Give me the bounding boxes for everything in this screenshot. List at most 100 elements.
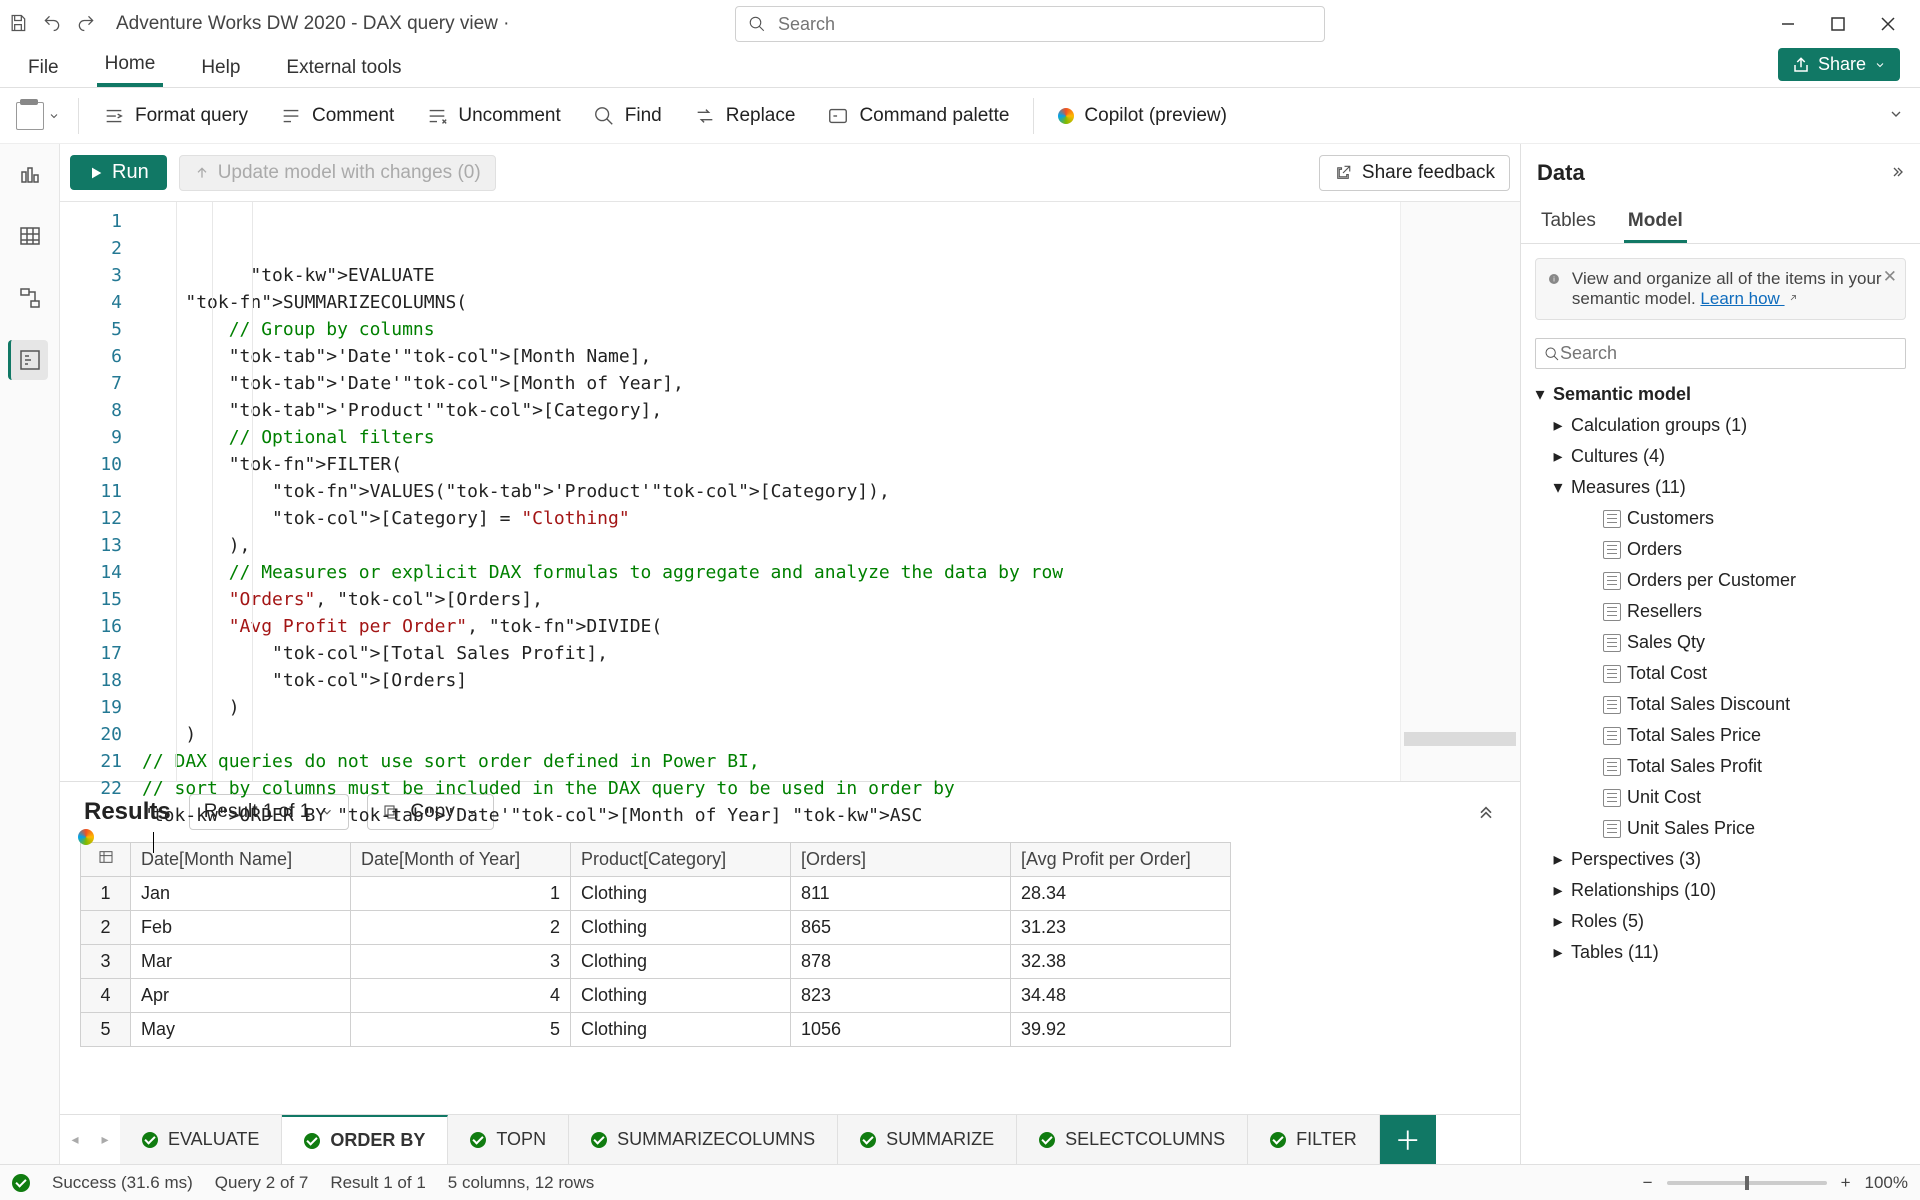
collapse-pane-icon[interactable] xyxy=(1888,160,1904,186)
cell[interactable]: 4 xyxy=(351,979,571,1013)
data-search-input[interactable] xyxy=(1560,343,1897,364)
query-tab[interactable]: TOPN xyxy=(448,1115,569,1164)
tree-group[interactable]: ▾Measures (11) xyxy=(1529,472,1912,503)
tab-external-tools[interactable]: External tools xyxy=(278,57,409,87)
query-tab[interactable]: EVALUATE xyxy=(120,1115,282,1164)
cell[interactable]: Feb xyxy=(131,911,351,945)
results-grid[interactable]: Date[Month Name]Date[Month of Year]Produ… xyxy=(80,842,1231,1047)
tree-group[interactable]: ▸Calculation groups (1) xyxy=(1529,410,1912,441)
uncomment-button[interactable]: Uncomment xyxy=(412,99,574,133)
tab-file[interactable]: File xyxy=(20,57,67,87)
cell[interactable]: 2 xyxy=(351,911,571,945)
maximize-icon[interactable] xyxy=(1826,12,1850,36)
tree-group[interactable]: ▸Perspectives (3) xyxy=(1529,844,1912,875)
minimap[interactable] xyxy=(1400,202,1520,781)
close-icon[interactable] xyxy=(1876,12,1900,36)
cell[interactable]: Clothing xyxy=(571,877,791,911)
cell[interactable]: 865 xyxy=(791,911,1011,945)
tree-measure[interactable]: Orders per Customer xyxy=(1529,565,1912,596)
cell[interactable]: 32.38 xyxy=(1011,945,1231,979)
cell[interactable]: Jan xyxy=(131,877,351,911)
cell[interactable]: 1056 xyxy=(791,1013,1011,1047)
command-palette-button[interactable]: Command palette xyxy=(813,99,1023,133)
cell[interactable]: 28.34 xyxy=(1011,877,1231,911)
dismiss-info-icon[interactable]: ✕ xyxy=(1883,267,1897,287)
query-tab[interactable]: SELECTCOLUMNS xyxy=(1017,1115,1248,1164)
tree-measure[interactable]: Total Sales Price xyxy=(1529,720,1912,751)
share-feedback-button[interactable]: Share feedback xyxy=(1319,155,1510,191)
format-query-button[interactable]: Format query xyxy=(89,99,262,133)
data-tab-model[interactable]: Model xyxy=(1624,202,1687,243)
cell[interactable]: Mar xyxy=(131,945,351,979)
tree-measure[interactable]: Sales Qty xyxy=(1529,627,1912,658)
dax-editor[interactable]: 12345678910111213141516171819202122 "tok… xyxy=(60,202,1520,782)
share-button[interactable]: Share xyxy=(1778,48,1900,81)
report-view-icon[interactable] xyxy=(10,154,50,194)
column-header[interactable]: Product[Category] xyxy=(571,843,791,877)
cell[interactable]: 39.92 xyxy=(1011,1013,1231,1047)
global-search[interactable] xyxy=(735,6,1325,42)
save-icon[interactable] xyxy=(8,13,28,36)
run-button[interactable]: Run xyxy=(70,155,167,190)
tree-measure[interactable]: Total Cost xyxy=(1529,658,1912,689)
data-search[interactable] xyxy=(1535,338,1906,369)
global-search-input[interactable] xyxy=(778,14,1312,35)
cell[interactable]: 31.23 xyxy=(1011,911,1231,945)
add-query-button[interactable]: ＋ xyxy=(1380,1115,1436,1164)
undo-icon[interactable] xyxy=(42,13,62,36)
cell[interactable]: Clothing xyxy=(571,979,791,1013)
cell[interactable]: 5 xyxy=(351,1013,571,1047)
dax-view-icon[interactable] xyxy=(8,340,48,380)
comment-button[interactable]: Comment xyxy=(266,99,408,133)
column-header[interactable]: Date[Month of Year] xyxy=(351,843,571,877)
column-header[interactable]: [Orders] xyxy=(791,843,1011,877)
table-view-icon[interactable] xyxy=(10,216,50,256)
query-tab[interactable]: ORDER BY xyxy=(282,1115,448,1164)
cell[interactable]: 3 xyxy=(351,945,571,979)
tree-measure[interactable]: Orders xyxy=(1529,534,1912,565)
tree-measure[interactable]: Resellers xyxy=(1529,596,1912,627)
tabs-prev-icon[interactable]: ◂ xyxy=(60,1115,90,1164)
query-tab[interactable]: SUMMARIZE xyxy=(838,1115,1017,1164)
data-tab-tables[interactable]: Tables xyxy=(1537,202,1600,243)
tree-group[interactable]: ▸Relationships (10) xyxy=(1529,875,1912,906)
code-area[interactable]: "tok-kw">EVALUATE "tok-fn">SUMMARIZECOLU… xyxy=(132,202,1400,781)
query-tab[interactable]: FILTER xyxy=(1248,1115,1380,1164)
tree-measure[interactable]: Total Sales Discount xyxy=(1529,689,1912,720)
zoom-out-icon[interactable]: − xyxy=(1643,1173,1653,1193)
cell[interactable]: 34.48 xyxy=(1011,979,1231,1013)
query-tab[interactable]: SUMMARIZECOLUMNS xyxy=(569,1115,838,1164)
tree-measure[interactable]: Customers xyxy=(1529,503,1912,534)
ribbon-expand-icon[interactable] xyxy=(1888,106,1904,125)
cell[interactable]: Apr xyxy=(131,979,351,1013)
model-view-icon[interactable] xyxy=(10,278,50,318)
find-button[interactable]: Find xyxy=(579,99,676,133)
tab-help[interactable]: Help xyxy=(193,57,248,87)
collapse-results-icon[interactable] xyxy=(1476,801,1496,824)
cell[interactable]: 878 xyxy=(791,945,1011,979)
tab-home[interactable]: Home xyxy=(97,53,164,87)
replace-button[interactable]: Replace xyxy=(680,99,810,133)
tree-group[interactable]: ▸Roles (5) xyxy=(1529,906,1912,937)
tree-group[interactable]: ▸Cultures (4) xyxy=(1529,441,1912,472)
query-tabs[interactable]: ◂ ▸ EVALUATEORDER BYTOPNSUMMARIZECOLUMNS… xyxy=(60,1114,1520,1164)
cell[interactable]: 1 xyxy=(351,877,571,911)
column-header[interactable]: [Avg Profit per Order] xyxy=(1011,843,1231,877)
tree-measure[interactable]: Unit Cost xyxy=(1529,782,1912,813)
tree-measure[interactable]: Unit Sales Price xyxy=(1529,813,1912,844)
cell[interactable]: Clothing xyxy=(571,911,791,945)
cell[interactable]: Clothing xyxy=(571,945,791,979)
tabs-next-icon[interactable]: ▸ xyxy=(90,1115,120,1164)
cell[interactable]: May xyxy=(131,1013,351,1047)
copilot-button[interactable]: Copilot (preview) xyxy=(1044,99,1241,133)
model-tree[interactable]: ▾Semantic model▸Calculation groups (1)▸C… xyxy=(1521,379,1920,1164)
zoom-slider[interactable] xyxy=(1667,1181,1827,1185)
cell[interactable]: Clothing xyxy=(571,1013,791,1047)
redo-icon[interactable] xyxy=(76,13,96,36)
tree-group[interactable]: ▸Tables (11) xyxy=(1529,937,1912,968)
cell[interactable]: 823 xyxy=(791,979,1011,1013)
learn-how-link[interactable]: Learn how xyxy=(1700,289,1796,308)
minimize-icon[interactable] xyxy=(1776,12,1800,36)
cell[interactable]: 811 xyxy=(791,877,1011,911)
tree-root[interactable]: ▾Semantic model xyxy=(1529,379,1912,410)
